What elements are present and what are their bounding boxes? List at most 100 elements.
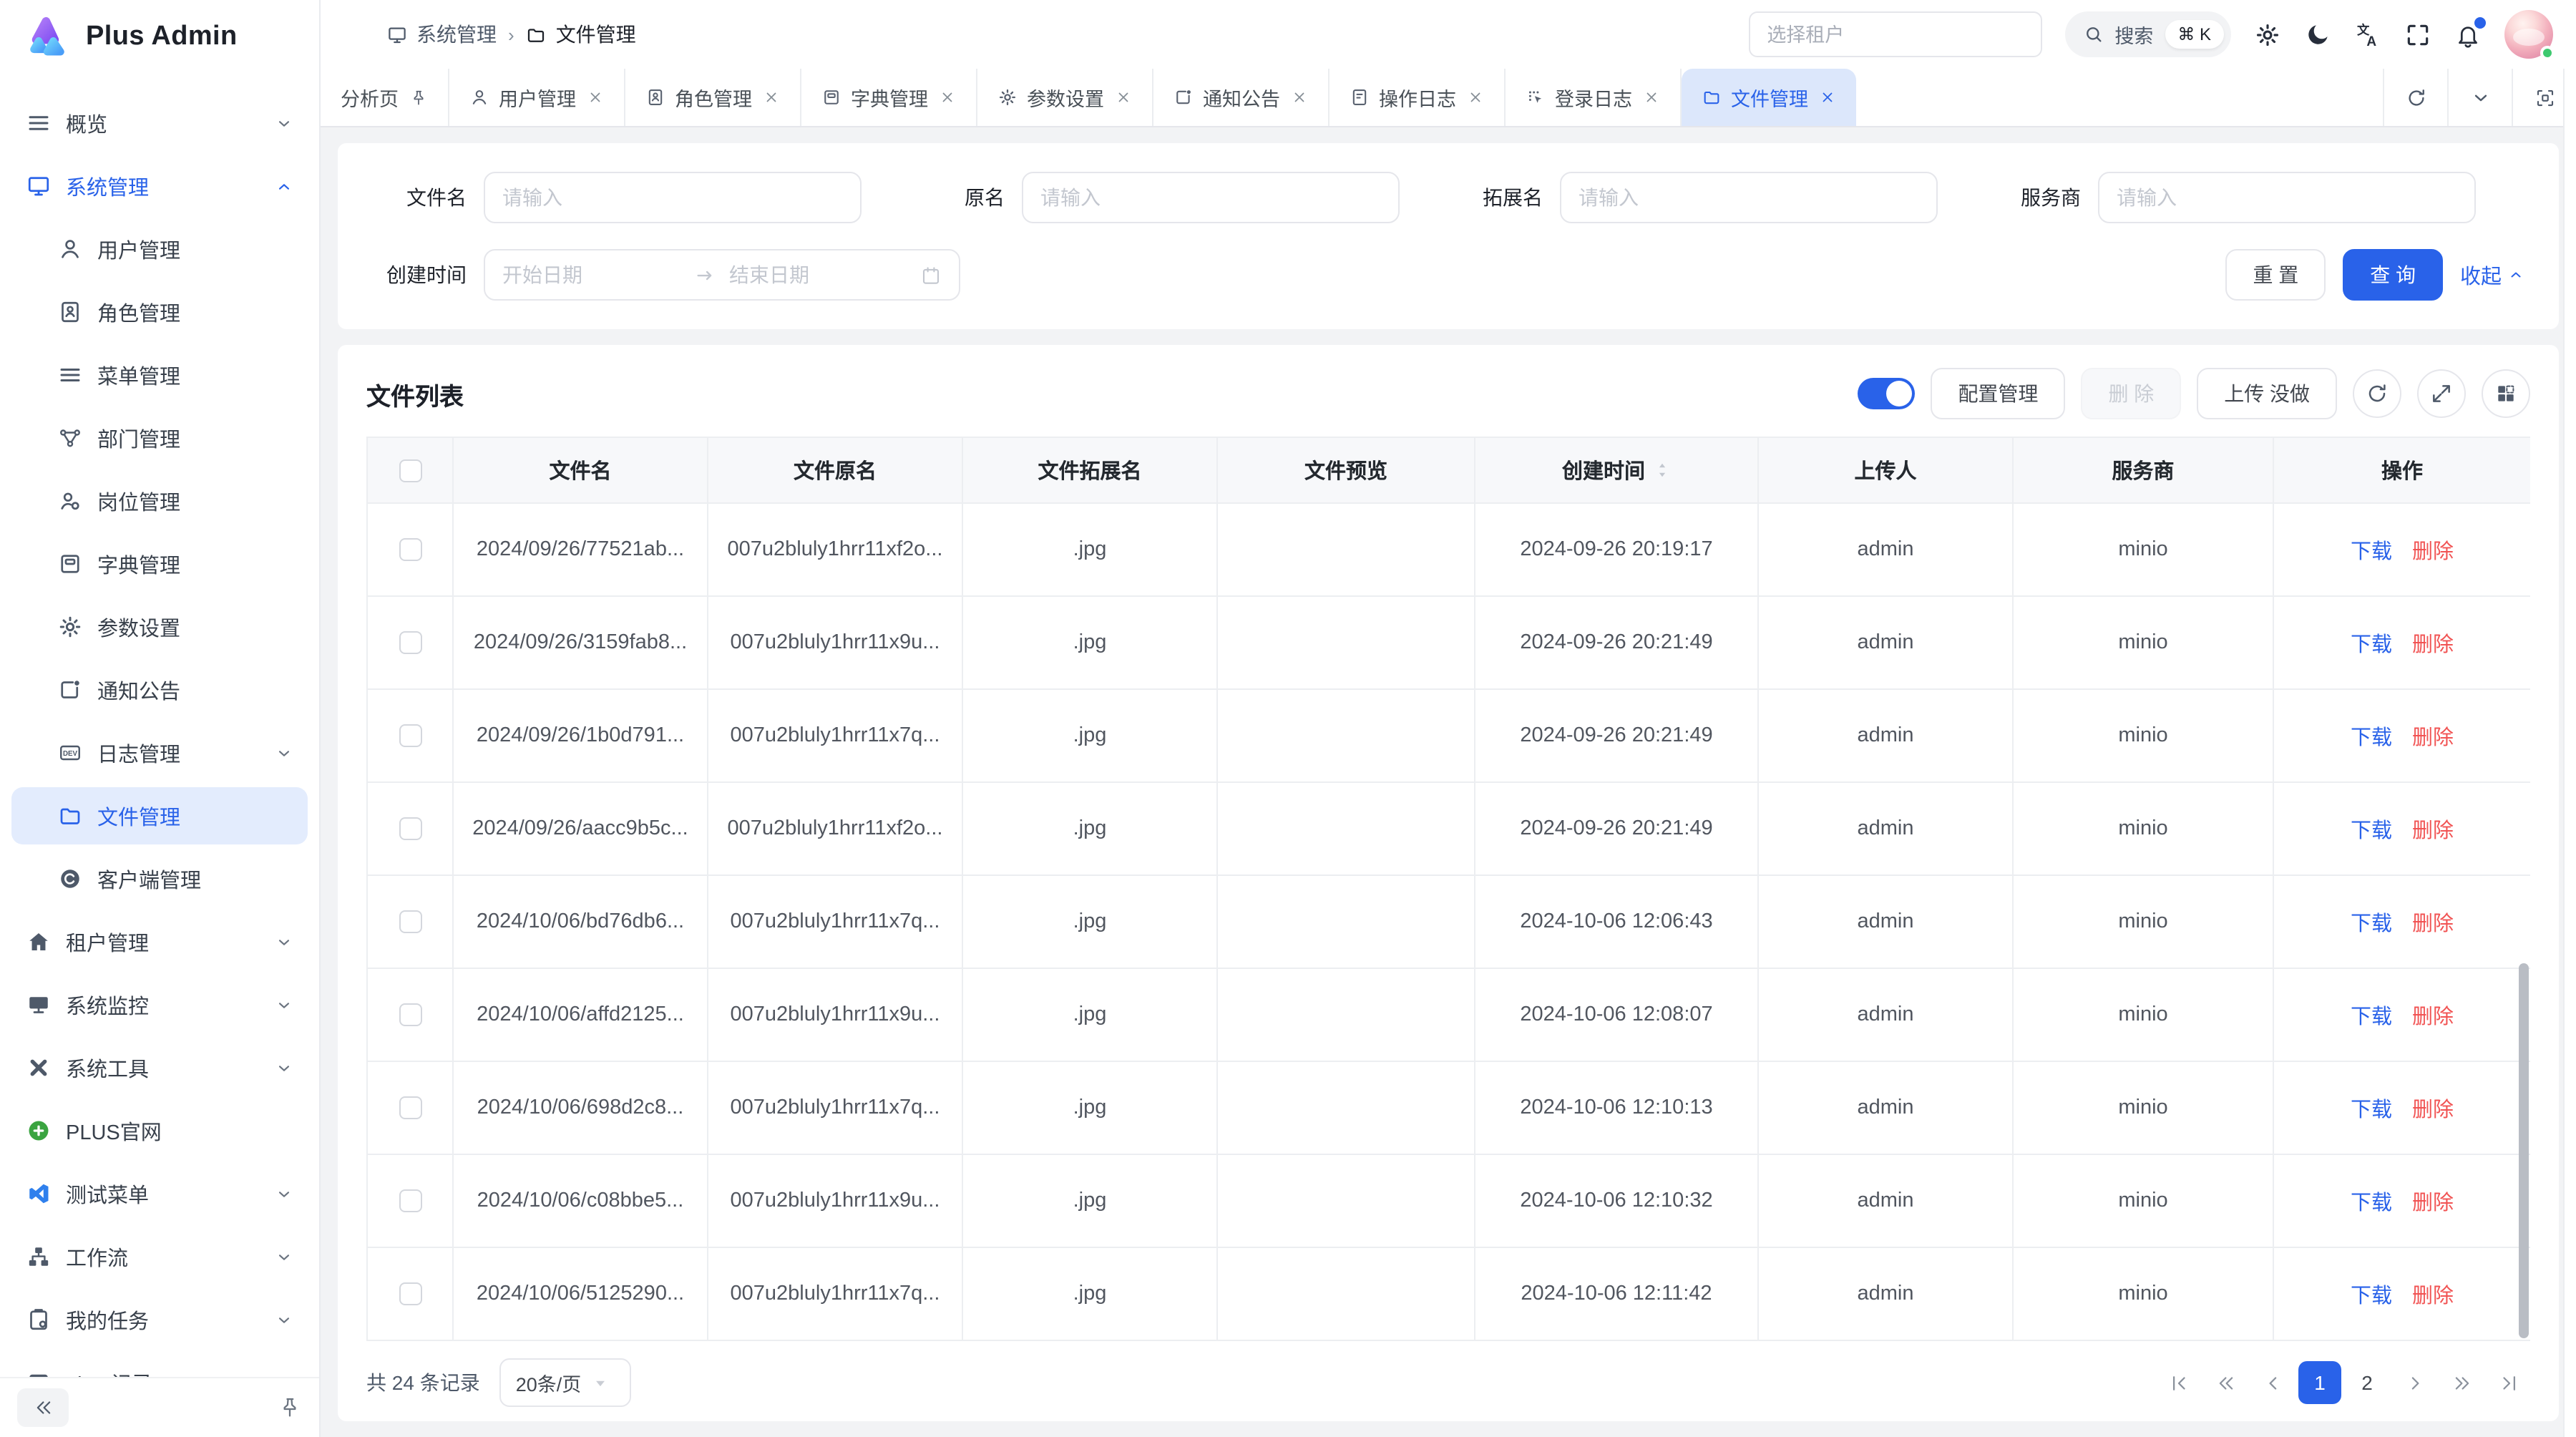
refresh-list-button[interactable] — [2353, 369, 2401, 418]
sidebar-item-role-mgmt[interactable]: 角色管理 — [11, 283, 308, 341]
config-mgmt-button[interactable]: 配置管理 — [1931, 368, 2065, 419]
translate-icon[interactable]: 文A — [2354, 21, 2381, 48]
close-icon[interactable] — [1818, 89, 1835, 106]
tab-op-log[interactable]: 操作日志 — [1329, 69, 1505, 126]
breadcrumb-system-mgmt[interactable]: 系统管理 — [386, 20, 497, 49]
page-size-select[interactable]: 20条/页 — [500, 1358, 632, 1407]
row-checkbox[interactable] — [399, 724, 421, 747]
delete-link[interactable]: 删除 — [2412, 633, 2454, 656]
sidebar-item-param-settings[interactable]: 参数设置 — [11, 598, 308, 656]
row-checkbox[interactable] — [399, 631, 421, 654]
tab-dict-mgmt[interactable]: 字典管理 — [801, 69, 977, 126]
download-link[interactable]: 下载 — [2351, 819, 2392, 842]
sidebar-item-notice[interactable]: 通知公告 — [11, 661, 308, 718]
settings-gear-icon[interactable] — [2254, 21, 2281, 48]
sidebar-item-test-menu[interactable]: 测试菜单 — [11, 1165, 308, 1222]
table-scrollbar-thumb[interactable] — [2519, 963, 2529, 1338]
download-link[interactable]: 下载 — [2351, 726, 2392, 749]
origin-name-input[interactable] — [1022, 172, 1400, 223]
sidebar-item-my-tasks[interactable]: 我的任务 — [11, 1291, 308, 1348]
last-page-button[interactable] — [2487, 1361, 2530, 1404]
column-header[interactable]: 文件预览 — [1217, 437, 1475, 503]
download-link[interactable]: 下载 — [2351, 1005, 2392, 1028]
hamburger-menu-icon[interactable] — [343, 21, 369, 47]
query-button[interactable]: 查 询 — [2343, 249, 2443, 301]
prev-page-button[interactable] — [2251, 1361, 2294, 1404]
sidebar-item-log-mgmt[interactable]: DEV日志管理 — [11, 724, 308, 781]
collapse-filter-link[interactable]: 收起 — [2460, 260, 2524, 290]
column-header[interactable]: 服务商 — [2013, 437, 2273, 503]
page-button-1[interactable]: 1 — [2298, 1361, 2341, 1404]
sort-icon[interactable] — [1652, 459, 1671, 481]
close-icon[interactable] — [1114, 89, 1131, 106]
row-checkbox[interactable] — [399, 538, 421, 561]
sidebar-item-menu-mgmt[interactable]: 菜单管理 — [11, 346, 308, 404]
sidebar-item-file-mgmt[interactable]: 文件管理 — [11, 787, 308, 844]
tab-notice[interactable]: 通知公告 — [1153, 69, 1329, 126]
row-checkbox[interactable] — [399, 1003, 421, 1026]
column-settings-button[interactable] — [2482, 369, 2530, 418]
next-page-button[interactable] — [2393, 1361, 2436, 1404]
row-checkbox[interactable] — [399, 910, 421, 933]
delete-link[interactable]: 删除 — [2412, 1192, 2454, 1214]
pin-icon[interactable] — [409, 88, 427, 107]
tab-param-settings[interactable]: 参数设置 — [977, 69, 1153, 126]
delete-link[interactable]: 删除 — [2412, 1099, 2454, 1121]
sidebar-item-system-tools[interactable]: 系统工具 — [11, 1039, 308, 1096]
tenant-select-input[interactable] — [1748, 11, 2041, 57]
delete-link[interactable]: 删除 — [2412, 540, 2454, 563]
list-toggle-switch[interactable] — [1858, 378, 1915, 409]
close-icon[interactable] — [1290, 89, 1307, 106]
page-button-2[interactable]: 2 — [2346, 1361, 2389, 1404]
delete-link[interactable]: 删除 — [2412, 912, 2454, 935]
sidebar-pin-icon[interactable] — [278, 1395, 302, 1420]
fullscreen-icon[interactable] — [2404, 21, 2431, 48]
sidebar-item-plus-site[interactable]: PLUS官网 — [11, 1102, 308, 1159]
delete-link[interactable]: 删除 — [2412, 726, 2454, 749]
close-icon[interactable] — [586, 89, 603, 106]
reset-button[interactable]: 重 置 — [2225, 249, 2326, 301]
tab-login-log[interactable]: 登录日志 — [1505, 69, 1681, 126]
column-header[interactable]: 创建时间 — [1475, 437, 1758, 503]
close-icon[interactable] — [1466, 89, 1483, 106]
tab-analysis[interactable]: 分析页 — [321, 69, 449, 126]
expand-table-button[interactable] — [2417, 369, 2466, 418]
download-link[interactable]: 下载 — [2351, 1192, 2392, 1214]
column-header[interactable]: 上传人 — [1758, 437, 2013, 503]
download-link[interactable]: 下载 — [2351, 633, 2392, 656]
sidebar-item-system-monitor[interactable]: 系统监控 — [11, 976, 308, 1033]
global-search-button[interactable]: 搜索 ⌘ K — [2064, 11, 2231, 57]
sidebar-item-post-mgmt[interactable]: 岗位管理 — [11, 472, 308, 530]
sidebar-item-system-mgmt[interactable]: 系统管理 — [11, 157, 308, 215]
delete-button[interactable]: 删 除 — [2081, 368, 2181, 419]
tab-role-mgmt[interactable]: 角色管理 — [625, 69, 801, 126]
row-checkbox[interactable] — [399, 1096, 421, 1119]
sidebar-item-overview[interactable]: 概览 — [11, 94, 308, 152]
delete-link[interactable]: 删除 — [2412, 1285, 2454, 1307]
dark-mode-moon-icon[interactable] — [2304, 21, 2331, 48]
tab-file-mgmt[interactable]: 文件管理 — [1681, 69, 1855, 126]
refresh-tab-button[interactable] — [2383, 69, 2447, 126]
column-header[interactable]: 文件名 — [453, 437, 708, 503]
date-range-input[interactable]: 开始日期 结束日期 — [484, 249, 960, 301]
close-icon[interactable] — [762, 89, 779, 106]
column-header[interactable]: 文件拓展名 — [962, 437, 1217, 503]
sidebar-item-dict-mgmt[interactable]: 字典管理 — [11, 535, 308, 593]
column-header[interactable]: 文件原名 — [708, 437, 962, 503]
close-icon[interactable] — [938, 89, 955, 106]
upload-button[interactable]: 上传 没做 — [2197, 368, 2337, 419]
user-avatar[interactable] — [2504, 10, 2553, 59]
download-link[interactable]: 下载 — [2351, 540, 2392, 563]
select-all-checkbox[interactable] — [399, 459, 421, 482]
column-header[interactable]: 操作 — [2273, 437, 2530, 503]
sidebar-item-gitee-log[interactable]: ¥gitee记录 — [11, 1354, 308, 1377]
jump-back-button[interactable] — [2204, 1361, 2247, 1404]
window-scrollbar-track[interactable] — [2563, 69, 2576, 1437]
sidebar-item-user-mgmt[interactable]: 用户管理 — [11, 220, 308, 278]
download-link[interactable]: 下载 — [2351, 1099, 2392, 1121]
row-checkbox[interactable] — [399, 817, 421, 840]
sidebar-item-tenant-mgmt[interactable]: 租户管理 — [11, 913, 308, 970]
sidebar-collapse-button[interactable] — [17, 1388, 69, 1427]
ext-name-input[interactable] — [1560, 172, 1938, 223]
download-link[interactable]: 下载 — [2351, 1285, 2392, 1307]
